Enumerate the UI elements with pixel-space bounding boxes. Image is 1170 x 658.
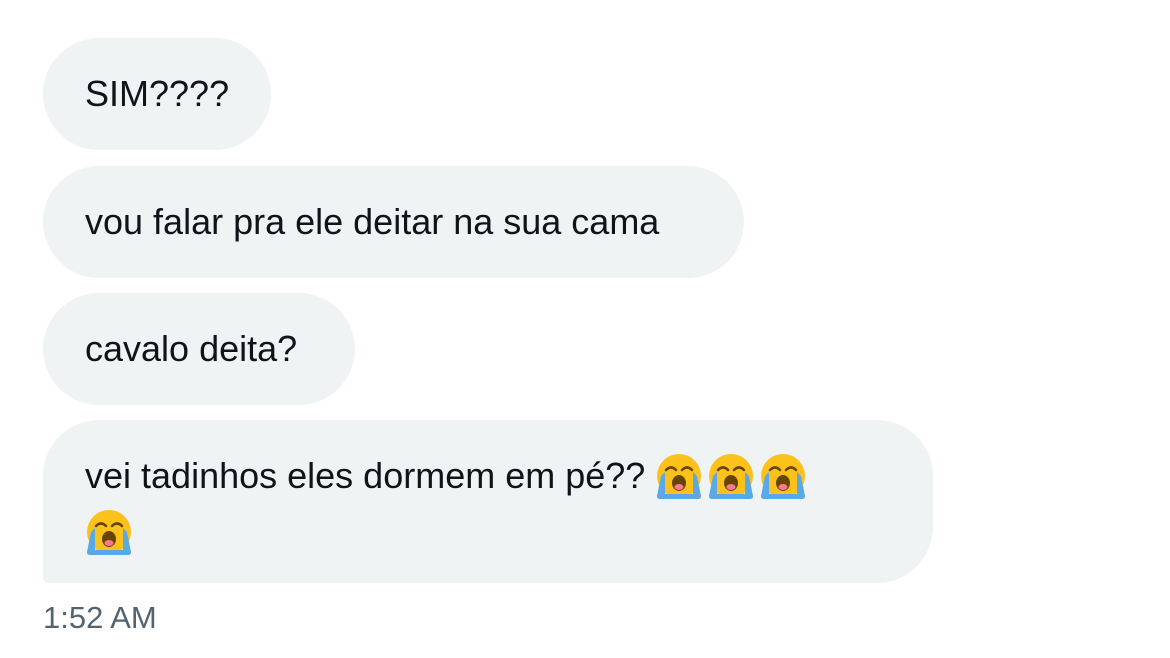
loudly-crying-face-icon (707, 452, 755, 500)
message-text: vei tadinhos eles dormem em pé?? (85, 455, 646, 496)
message-text: vou falar pra ele deitar na sua cama (85, 201, 660, 242)
loudly-crying-face-icon (85, 508, 133, 556)
message-bubble-4[interactable]: vei tadinhos eles dormem em pé?? (43, 420, 933, 583)
message-bubble-2[interactable]: vou falar pra ele deitar na sua cama (43, 166, 744, 278)
loudly-crying-face-icon (655, 452, 703, 500)
message-text: cavalo deita? (85, 328, 298, 369)
message-text: SIM???? (85, 73, 230, 114)
message-bubble-3[interactable]: cavalo deita? (43, 293, 355, 405)
loudly-crying-face-icon (759, 452, 807, 500)
message-bubble-1[interactable]: SIM???? (43, 38, 271, 150)
message-timestamp: 1:52 AM (43, 600, 157, 635)
emoji-group (655, 452, 811, 500)
